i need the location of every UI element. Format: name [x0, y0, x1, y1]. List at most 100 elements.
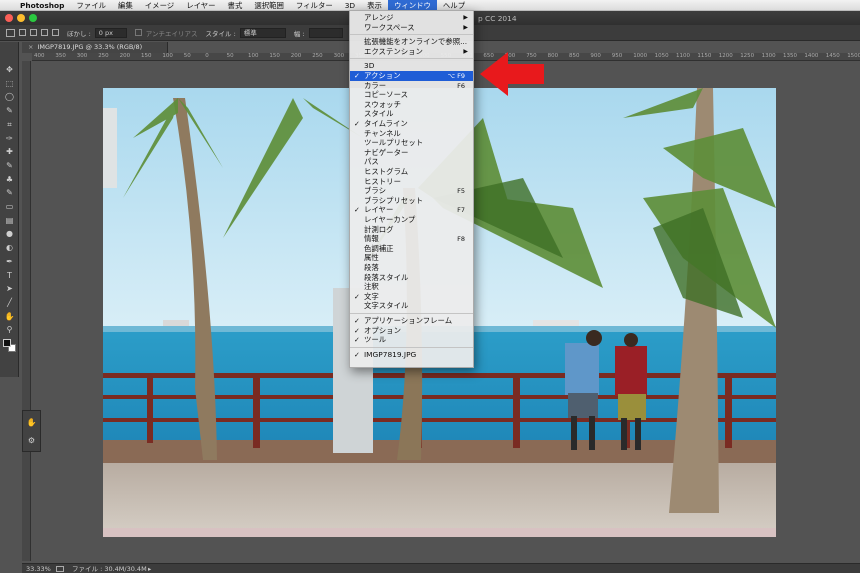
- zoom-icon[interactable]: ⚲: [3, 324, 16, 336]
- window-menu-item[interactable]: ✓ アプリケーションフレーム: [350, 316, 473, 326]
- vertical-ruler[interactable]: [22, 61, 31, 561]
- window-menu-item[interactable]: 文字スタイル: [350, 301, 473, 311]
- healing-brush-icon[interactable]: ✚: [3, 146, 16, 158]
- marquee-icon[interactable]: ⬚: [3, 78, 16, 90]
- menu-edit[interactable]: 編集: [112, 0, 139, 11]
- close-tab-icon[interactable]: ×: [28, 43, 33, 51]
- ruler-mark: 800: [547, 53, 559, 59]
- gradient-icon[interactable]: ▤: [3, 215, 16, 227]
- window-menu-item[interactable]: カラー F6: [350, 81, 473, 91]
- menu-photoshop[interactable]: Photoshop: [14, 0, 70, 11]
- antialias-checkbox[interactable]: [134, 29, 142, 36]
- window-menu-item[interactable]: ✓ タイムライン: [350, 119, 473, 129]
- window-menu-item[interactable]: ✓ ツール: [350, 335, 473, 345]
- history-brush-icon[interactable]: ✎: [3, 187, 16, 199]
- window-menu-item[interactable]: 段落スタイル: [350, 273, 473, 283]
- move-icon[interactable]: ✥: [3, 64, 16, 76]
- tool-settings-icon[interactable]: ⚙: [25, 435, 38, 447]
- brush-icon[interactable]: ✎: [3, 160, 16, 172]
- zoom-level[interactable]: 33.33%: [26, 564, 51, 573]
- menu-image[interactable]: イメージ: [139, 0, 180, 11]
- path-select-icon[interactable]: ➤: [3, 283, 16, 295]
- feather-input[interactable]: 0 px: [94, 27, 127, 38]
- foreground-color-swatch[interactable]: [3, 339, 11, 347]
- window-menu-item[interactable]: スタイル: [350, 109, 473, 119]
- menu-filter[interactable]: フィルター: [290, 0, 339, 11]
- window-menu-item[interactable]: ナビゲーター: [350, 148, 473, 158]
- window-menu-item[interactable]: アレンジ ▶: [350, 13, 473, 23]
- minimize-window-button[interactable]: [17, 14, 25, 22]
- window-menu-item[interactable]: パス: [350, 157, 473, 167]
- window-menu-item[interactable]: ブラシ F5: [350, 186, 473, 196]
- clone-stamp-icon[interactable]: ♣: [3, 174, 16, 186]
- type-icon[interactable]: T: [3, 270, 16, 282]
- menu-file[interactable]: ファイル: [70, 0, 112, 11]
- window-menu-item[interactable]: 計測ログ: [350, 225, 473, 235]
- window-menu-item[interactable]: ✓ オプション: [350, 326, 473, 336]
- new-selection-icon[interactable]: [19, 29, 26, 36]
- ruler-mark: 1100: [676, 53, 690, 59]
- menu-window[interactable]: ウィンドウ: [387, 0, 437, 11]
- blur-icon[interactable]: ●: [3, 228, 16, 240]
- window-menu-item[interactable]: 拡張機能をオンラインで参照...: [350, 37, 473, 47]
- menu-help[interactable]: ヘルプ: [437, 0, 471, 11]
- window-menu-item[interactable]: 情報 F8: [350, 234, 473, 244]
- dodge-icon[interactable]: ◐: [3, 242, 16, 254]
- quick-select-icon[interactable]: ✎: [3, 105, 16, 117]
- menu-layer[interactable]: レイヤー: [180, 0, 221, 11]
- menu-item-label: スタイル: [364, 109, 394, 119]
- add-selection-icon[interactable]: [30, 29, 37, 36]
- window-menu-item[interactable]: 色調補正: [350, 244, 473, 254]
- status-export-icon[interactable]: [56, 566, 64, 572]
- window-menu-item[interactable]: チャンネル: [350, 129, 473, 139]
- document-tab[interactable]: × IMGP7819.JPG @ 33.3% (RGB/8): [22, 42, 168, 53]
- window-menu-item[interactable]: ヒストグラム: [350, 167, 473, 177]
- hand-icon[interactable]: ✋: [3, 311, 16, 323]
- style-select[interactable]: 標準: [239, 27, 286, 38]
- pen-icon[interactable]: ✒: [3, 256, 16, 268]
- window-menu-item[interactable]: ワークスペース ▶: [350, 23, 473, 33]
- menu-view[interactable]: 表示: [361, 0, 388, 11]
- checkmark-icon: ✓: [354, 336, 360, 345]
- window-menu-item[interactable]: ヒストリー: [350, 177, 473, 187]
- window-menu-item[interactable]: ✓ アクション ⌥ F9: [350, 71, 473, 81]
- window-menu-item[interactable]: 属性: [350, 253, 473, 263]
- menu-shortcut: F5: [457, 187, 465, 196]
- marquee-preset-icon[interactable]: [6, 28, 15, 37]
- tools-panel: ✥ ⬚ ◯ ✎ ⌗ ✑ ✚ ✎ ♣ ✎ ▭ ▤ ● ◐ ✒ T ➤ ╱ ✋ ⚲: [0, 42, 19, 377]
- ruler-mark: 900: [590, 53, 601, 59]
- line-icon[interactable]: ╱: [3, 297, 16, 309]
- subtract-selection-icon[interactable]: [41, 29, 48, 36]
- eraser-icon[interactable]: ▭: [3, 201, 16, 213]
- window-menu-item[interactable]: コピーソース: [350, 90, 473, 100]
- width-input[interactable]: [308, 27, 343, 38]
- menu-shortcut: F8: [457, 235, 465, 244]
- intersect-selection-icon[interactable]: [52, 29, 59, 36]
- menu-item-label: チャンネル: [364, 128, 401, 138]
- submenu-arrow-icon: ▶: [463, 23, 468, 31]
- menu-type[interactable]: 書式: [222, 0, 249, 11]
- window-menu-item[interactable]: ✓ 文字: [350, 292, 473, 302]
- window-menu-item[interactable]: 注釈: [350, 282, 473, 292]
- hand-icon[interactable]: ✋: [25, 417, 38, 429]
- lasso-icon[interactable]: ◯: [3, 91, 16, 103]
- window-menu-item[interactable]: ✓ レイヤー F7: [350, 205, 473, 215]
- menu-item-label: レイヤー: [364, 205, 394, 215]
- menu-3d[interactable]: 3D: [339, 0, 361, 11]
- zoom-window-button[interactable]: [29, 14, 37, 22]
- crop-icon[interactable]: ⌗: [3, 119, 16, 131]
- window-menu-item[interactable]: ブラシプリセット: [350, 196, 473, 206]
- menu-item-label: ブラシプリセット: [364, 195, 423, 205]
- window-menu-item[interactable]: エクステンション ▶: [350, 47, 473, 57]
- window-menu-item[interactable]: 段落: [350, 263, 473, 273]
- eyedropper-icon[interactable]: ✑: [3, 133, 16, 145]
- window-menu-item[interactable]: ツールプリセット: [350, 138, 473, 148]
- menu-item-label: ワークスペース: [364, 22, 415, 32]
- window-menu-item[interactable]: ✓ IMGP7819.JPG: [350, 350, 473, 360]
- window-menu-item[interactable]: 3D: [350, 61, 473, 71]
- window-menu-item[interactable]: スウォッチ: [350, 100, 473, 110]
- status-menu-arrow-icon[interactable]: ▸: [148, 564, 151, 573]
- close-window-button[interactable]: [5, 14, 13, 22]
- window-menu-item[interactable]: レイヤーカンプ: [350, 215, 473, 225]
- menu-select[interactable]: 選択範囲: [248, 0, 290, 11]
